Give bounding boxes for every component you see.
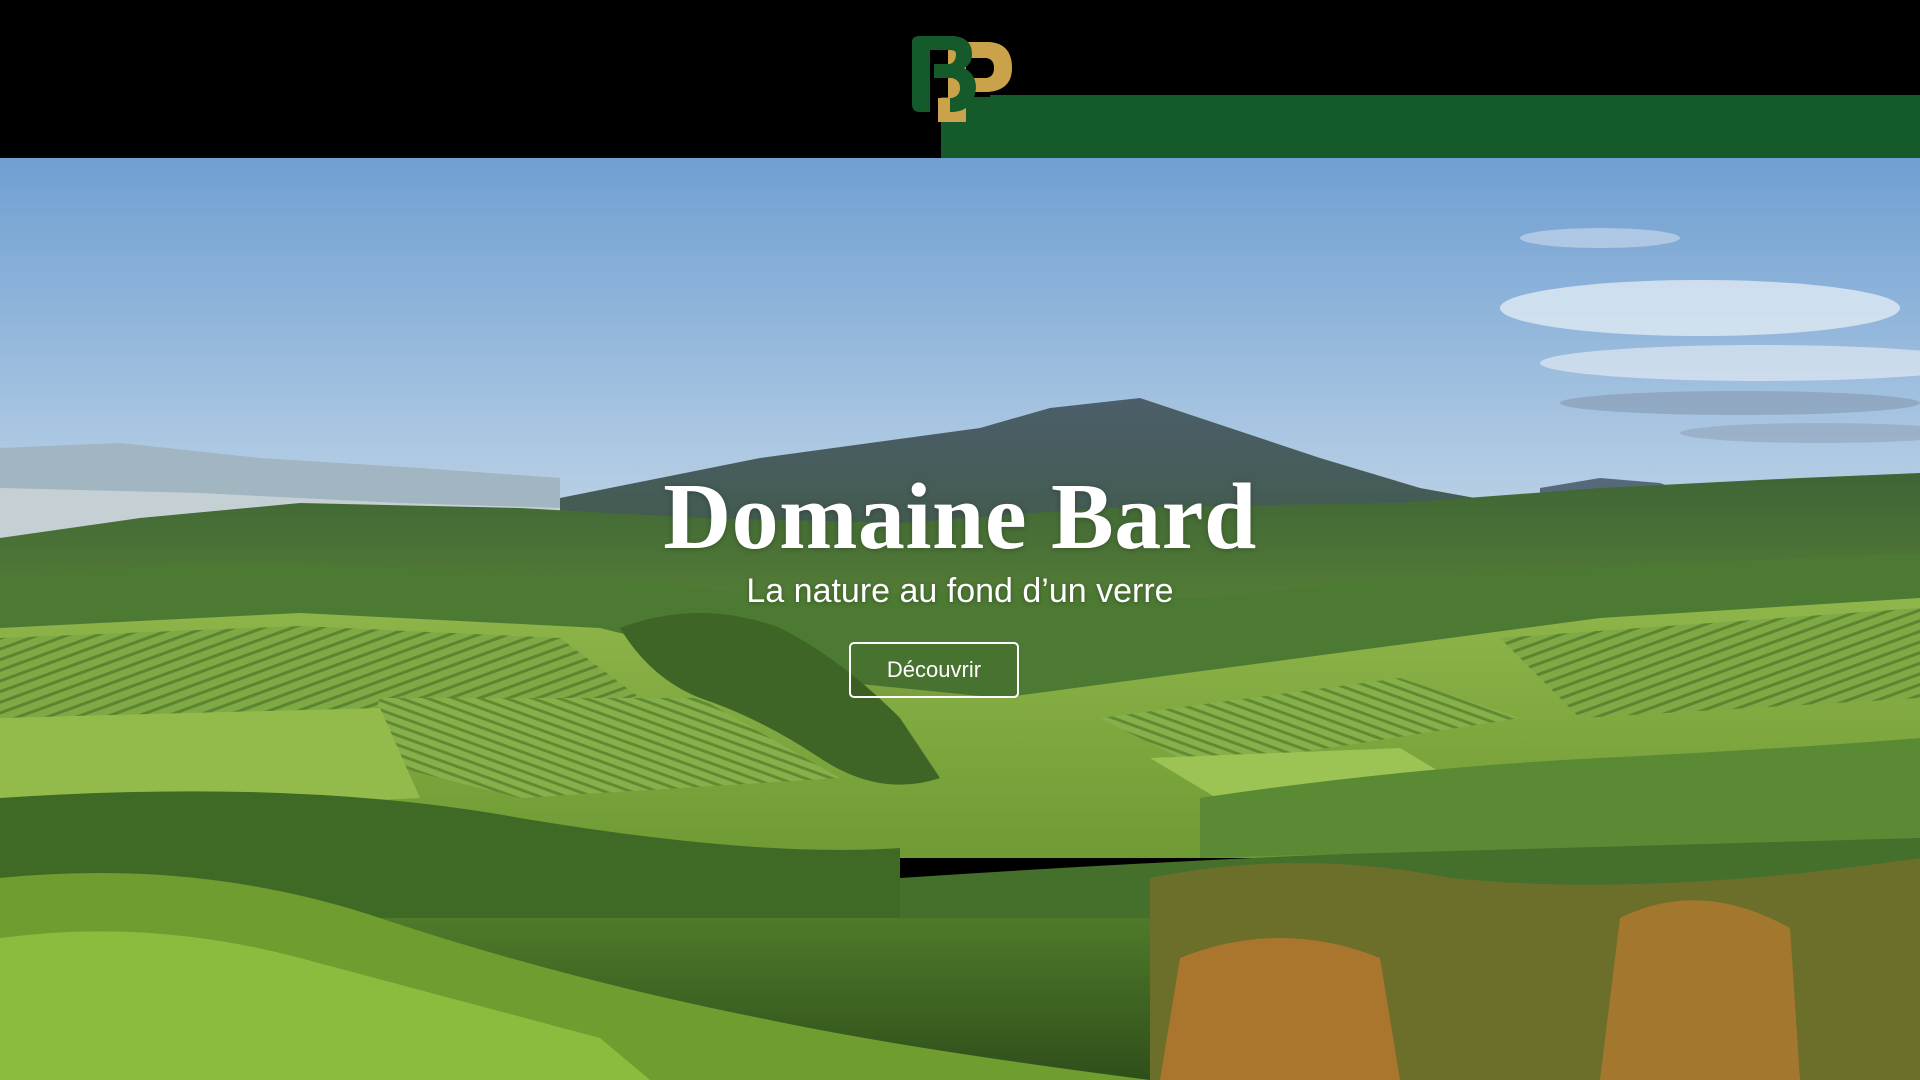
domaine-bard-monogram-icon <box>912 36 1012 122</box>
hero-title: Domaine Bard <box>663 465 1257 569</box>
site-header <box>0 0 1920 158</box>
domaine-bard-logo[interactable] <box>908 34 1020 124</box>
hero-section: Domaine Bard La nature au fond d’un verr… <box>0 158 1920 1080</box>
header-accent-bar <box>941 97 1920 158</box>
hero-subtitle: La nature au fond d’un verre <box>746 572 1174 610</box>
vineyard-landscape-image <box>0 158 1920 1080</box>
hero-content: Domaine Bard La nature au fond d’un verr… <box>0 465 1920 611</box>
discover-button[interactable]: Découvrir <box>849 642 1019 698</box>
